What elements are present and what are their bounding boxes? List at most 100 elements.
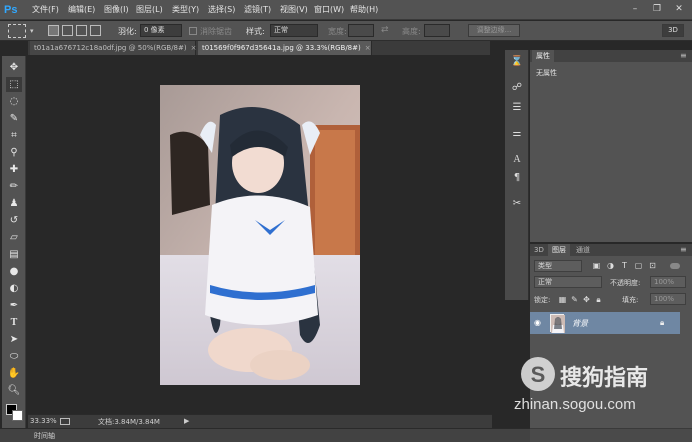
path-select-icon[interactable]: ➤ — [6, 332, 22, 347]
pen-tool-icon[interactable]: ✒ — [6, 298, 22, 313]
gradient-tool-icon[interactable]: ▤ — [6, 247, 22, 262]
lasso-tool-icon[interactable]: ◌ — [6, 94, 22, 109]
clone-stamp-icon[interactable]: ♟ — [6, 196, 22, 211]
marquee-preset-icon[interactable] — [8, 24, 26, 38]
layer-comps-icon[interactable]: ⚌ — [509, 126, 525, 142]
character-icon[interactable]: A — [509, 152, 525, 168]
opacity-input[interactable]: 100% — [650, 276, 686, 288]
close-icon[interactable]: × — [365, 44, 371, 52]
tab-label: t01569f0f967d35641a.jpg @ 33.3%(RGB/8#) — [202, 44, 361, 52]
hand-tool-icon[interactable]: ✋ — [6, 366, 22, 381]
refine-edge-button[interactable]: 调整边缘... — [468, 24, 520, 37]
layer-row-background[interactable]: ◉ 背景 🔒︎ — [530, 312, 680, 334]
filter-type-icon[interactable]: T — [620, 261, 629, 270]
filter-pixel-icon[interactable]: ▣ — [592, 261, 601, 270]
panel-menu-icon[interactable]: ≡ — [680, 51, 687, 60]
brush-tool-icon[interactable]: ✏ — [6, 179, 22, 194]
new-selection-icon[interactable] — [48, 25, 59, 36]
menu-window[interactable]: 窗口(W) — [314, 4, 344, 16]
antialias-checkbox[interactable] — [189, 27, 197, 35]
layer-lock-icon: 🔒︎ — [660, 318, 665, 327]
marquee-tool-icon[interactable]: ⬚ — [6, 77, 22, 92]
height-label: 高度: — [402, 27, 421, 36]
blend-mode-select[interactable]: 正常 — [534, 276, 602, 288]
menu-type[interactable]: 类型(Y) — [172, 4, 199, 16]
filter-adjustment-icon[interactable]: ◑ — [606, 261, 615, 270]
layers-tab-bar: 3D 图层 通道 ≡ — [530, 244, 692, 256]
blur-tool-icon[interactable]: ● — [6, 264, 22, 279]
adjustments-icon[interactable]: ☍ — [509, 80, 525, 96]
eye-icon[interactable]: ◉ — [534, 318, 541, 327]
fill-input[interactable]: 100% — [650, 293, 686, 305]
quick-select-icon[interactable]: ✎ — [6, 111, 22, 126]
zoom-tool-icon[interactable]: 🔍︎ — [6, 383, 22, 398]
subtract-selection-icon[interactable] — [76, 25, 87, 36]
lock-move-icon[interactable]: ✥ — [582, 295, 591, 304]
maximize-icon[interactable]: ❐ — [650, 3, 664, 16]
filter-toggle[interactable] — [670, 263, 680, 269]
menu-image[interactable]: 图像(I) — [104, 4, 129, 16]
tab-document-2[interactable]: t01569f0f967d35641a.jpg @ 33.3%(RGB/8#) × — [198, 41, 372, 55]
menu-file[interactable]: 文件(F) — [32, 4, 59, 16]
eyedropper-icon[interactable]: ⚲ — [6, 145, 22, 160]
swap-icon[interactable]: ⇄ — [381, 25, 389, 35]
document-image[interactable] — [160, 85, 360, 385]
tab-layers[interactable]: 图层 — [548, 244, 570, 256]
tab-channels[interactable]: 通道 — [572, 244, 594, 256]
properties-panel: 属性 ≡ 无属性 — [530, 50, 692, 242]
paragraph-icon[interactable]: ¶ — [509, 170, 525, 186]
lock-all-icon[interactable]: 🔒︎ — [594, 295, 603, 304]
lock-transparent-icon[interactable]: ▦ — [558, 295, 567, 304]
shape-tool-icon[interactable]: ⬭ — [6, 349, 22, 364]
healing-brush-icon[interactable]: ✚ — [6, 162, 22, 177]
style-select[interactable]: 正常 — [270, 24, 318, 37]
chevron-down-icon[interactable]: ▾ — [30, 27, 34, 35]
type-tool-icon[interactable]: T — [6, 315, 22, 330]
add-selection-icon[interactable] — [62, 25, 73, 36]
style-label: 样式: — [246, 27, 265, 36]
opacity-label: 不透明度: — [610, 279, 641, 287]
properties-tab-bar: 属性 ≡ — [530, 50, 692, 62]
timeline-label[interactable]: 时间轴 — [34, 431, 55, 441]
doc-info-icon[interactable] — [60, 418, 70, 425]
intersect-selection-icon[interactable] — [90, 25, 101, 36]
minimize-icon[interactable]: – — [628, 3, 642, 16]
document-size: 文档:3.84M/3.84M — [98, 418, 160, 426]
swatches-icon[interactable]: ☰ — [509, 100, 525, 116]
watermark-url: zhinan.sogou.com — [514, 396, 636, 413]
layer-filter-select[interactable]: 类型 — [534, 260, 582, 272]
close-icon[interactable]: × — [191, 44, 197, 52]
zoom-level[interactable]: 33.33% — [30, 417, 57, 425]
panel-menu-icon[interactable]: ≡ — [680, 245, 687, 254]
tab-3d[interactable]: 3D — [530, 244, 548, 256]
dodge-tool-icon[interactable]: ◐ — [6, 281, 22, 296]
filter-shape-icon[interactable]: ▢ — [634, 261, 643, 270]
history-brush-icon[interactable]: ↺ — [6, 213, 22, 228]
tool-presets-icon[interactable]: ✂ — [509, 196, 525, 212]
tab-properties[interactable]: 属性 — [532, 50, 554, 62]
menu-edit[interactable]: 编辑(E) — [68, 4, 95, 16]
background-color-swatch[interactable] — [12, 410, 23, 421]
close-icon[interactable]: ✕ — [672, 3, 686, 16]
menu-help[interactable]: 帮助(H) — [350, 4, 378, 16]
lock-brush-icon[interactable]: ✎ — [570, 295, 579, 304]
width-input[interactable] — [348, 24, 374, 37]
height-input[interactable] — [424, 24, 450, 37]
tab-document-1[interactable]: t01a1a676712c18a0df.jpg @ 50%(RGB/8#) × — [30, 41, 196, 55]
workspace-switcher[interactable]: 3D — [662, 24, 684, 37]
panel-icon-strip: ⌛ ☍ ☰ ⚌ A ¶ ✂ — [505, 50, 529, 300]
eraser-tool-icon[interactable]: ▱ — [6, 230, 22, 245]
status-menu-arrow-icon[interactable]: ▶ — [184, 417, 189, 425]
menu-layer[interactable]: 图层(L) — [136, 4, 163, 16]
menu-select[interactable]: 选择(S) — [208, 4, 235, 16]
layer-name[interactable]: 背景 — [572, 318, 588, 329]
filter-smart-icon[interactable]: ⊡ — [648, 261, 657, 270]
menu-filter[interactable]: 滤镜(T) — [244, 4, 271, 16]
menu-view[interactable]: 视图(V) — [280, 4, 308, 16]
history-icon[interactable]: ⌛ — [509, 54, 525, 70]
feather-input[interactable]: 0 像素 — [140, 24, 182, 37]
move-tool-icon[interactable]: ✥ — [6, 60, 22, 75]
fill-label: 填充: — [622, 296, 639, 304]
options-bar: ▾ 羽化: 0 像素 消除锯齿 样式: 正常 宽度: ⇄ 高度: 调整边缘...… — [0, 21, 692, 41]
crop-tool-icon[interactable]: ⌗ — [6, 128, 22, 143]
